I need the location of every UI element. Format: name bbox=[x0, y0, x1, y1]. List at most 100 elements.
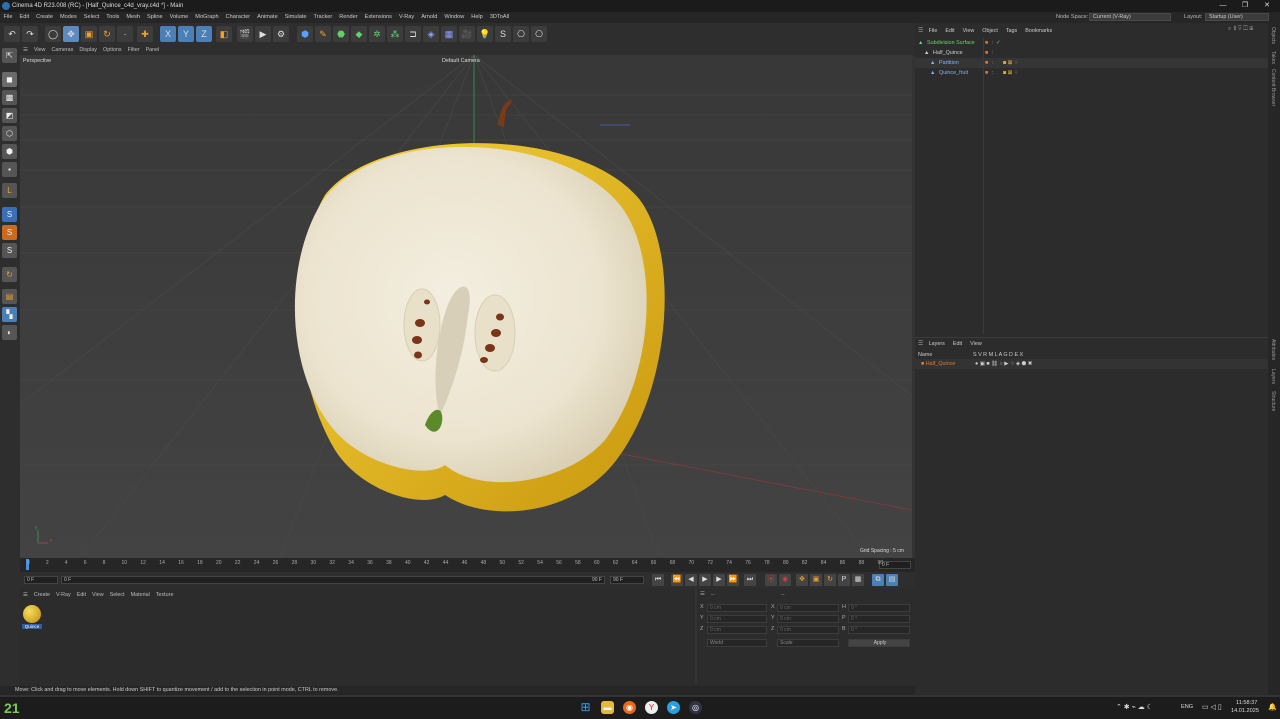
file-explorer-icon[interactable]: ▬ bbox=[601, 701, 614, 714]
extrude-icon[interactable]: ◆ bbox=[351, 26, 367, 42]
coord-rotation-field[interactable]: 0 ° bbox=[848, 604, 910, 612]
solo-icon[interactable]: ◐ bbox=[2, 325, 17, 340]
model-mode-icon[interactable]: ◼ bbox=[2, 72, 17, 87]
render-settings-icon[interactable]: ⚙ bbox=[273, 26, 289, 42]
recent-tools-icon[interactable]: · bbox=[117, 26, 133, 42]
object-visibility-dots[interactable]: : bbox=[992, 48, 994, 58]
close-button[interactable]: ✕ bbox=[1256, 0, 1278, 12]
object-row[interactable]: ▲ Subdivision Surface ■: ✓ bbox=[915, 38, 1268, 48]
object-layer-swatch[interactable]: ■ bbox=[985, 58, 988, 68]
key-parameter-icon[interactable]: P bbox=[838, 574, 850, 586]
field-icon[interactable]: ◈ bbox=[423, 26, 439, 42]
preview-range-slider[interactable]: 0 F 90 F bbox=[61, 576, 605, 584]
spline-snap-icon[interactable]: ↻ bbox=[2, 267, 17, 282]
menu-item-tracker[interactable]: Tracker bbox=[310, 12, 336, 23]
viewport-view-label[interactable]: Perspective bbox=[23, 58, 51, 64]
object-name[interactable]: Quince_fruit bbox=[939, 68, 968, 78]
layout-dropdown[interactable]: Startup (User) bbox=[1205, 13, 1269, 21]
menu-item-create[interactable]: Create bbox=[33, 12, 57, 23]
cube-icon[interactable]: ⬢ bbox=[297, 26, 313, 42]
object-manager-search-icon[interactable]: ⌕ ⇧ ⊽ ◫ ⊞ bbox=[1228, 26, 1253, 33]
object-menu-bookmarks[interactable]: Bookmarks bbox=[1021, 26, 1056, 36]
telegram-icon[interactable]: ➤ bbox=[667, 701, 680, 714]
side-tab-layers[interactable]: Layers bbox=[1270, 369, 1276, 384]
python-script-icon[interactable]: ⎔ bbox=[531, 26, 547, 42]
texture-mode-icon[interactable]: ▩ bbox=[2, 90, 17, 105]
menu-item-file[interactable]: File bbox=[0, 12, 16, 23]
prev-key-icon[interactable]: ⏪ bbox=[671, 574, 683, 586]
x-axis-lock-button[interactable]: X bbox=[160, 26, 176, 42]
apply-button[interactable]: Apply bbox=[848, 639, 910, 647]
autokey-icon[interactable]: ◉ bbox=[779, 574, 791, 586]
clock-time[interactable]: 11:58:37 bbox=[1236, 700, 1257, 706]
cinema4d-taskbar-icon[interactable]: ◎ bbox=[689, 701, 702, 714]
move-tool-icon[interactable]: ✥ bbox=[63, 26, 79, 42]
object-row[interactable]: ▲ Partition ■: ◙ ⊠ ⁘ bbox=[915, 58, 1268, 68]
vray-light-icon[interactable]: S bbox=[2, 225, 17, 240]
object-name[interactable]: Half_Quince bbox=[933, 48, 963, 58]
yandex-browser-icon[interactable]: Y bbox=[645, 701, 658, 714]
coord-scale-dropdown[interactable]: Scale bbox=[777, 639, 839, 647]
object-row[interactable]: ▲ Quince_fruit ■: ◙ ⊠ ⁘ bbox=[915, 68, 1268, 78]
coord-menu-icon[interactable]: ☰ bbox=[700, 591, 705, 597]
menu-item-modes[interactable]: Modes bbox=[56, 12, 80, 23]
coord-rotation-field[interactable]: 0 ° bbox=[848, 626, 910, 634]
light-icon[interactable]: 💡 bbox=[477, 26, 493, 42]
menu-item-vray[interactable]: V-Ray bbox=[395, 12, 417, 23]
coord-size-field[interactable]: 0 cm bbox=[777, 604, 839, 612]
menu-item-spline[interactable]: Spline bbox=[144, 12, 167, 23]
next-key-icon[interactable]: ⏩ bbox=[727, 574, 739, 586]
coord-size-field[interactable]: 0 cm bbox=[777, 615, 839, 623]
object-menu-view[interactable]: View bbox=[959, 26, 979, 36]
layer-flag-icons[interactable]: ● ▣ ■ ⛓ ○ ▶ ⁘ ◈ ⬢ ✖ bbox=[975, 359, 1032, 369]
object-name[interactable]: Subdivision Surface bbox=[927, 38, 975, 48]
material-menu-material[interactable]: Material bbox=[128, 590, 153, 600]
material-tag-icons[interactable]: ◙ ⊠ ⁘ bbox=[1003, 68, 1018, 78]
object-visibility-dots[interactable]: : bbox=[992, 38, 994, 48]
axis-mode-icon[interactable]: L bbox=[2, 183, 17, 198]
subdivision-icon[interactable]: ⬣ bbox=[333, 26, 349, 42]
floor-icon[interactable]: ▦ bbox=[441, 26, 457, 42]
camera-icon[interactable]: 🎥 bbox=[459, 26, 475, 42]
live-selection-icon[interactable]: ◯ bbox=[45, 26, 61, 42]
check-icon[interactable]: ✓ bbox=[996, 38, 1001, 48]
menu-item-mograph[interactable]: MoGraph bbox=[192, 12, 222, 23]
mograph-icon[interactable]: ⁂ bbox=[387, 26, 403, 42]
deformer-icon[interactable]: ⊐ bbox=[405, 26, 421, 42]
language-indicator[interactable]: ENG bbox=[1181, 704, 1193, 710]
grid-snap-icon[interactable]: ▤ bbox=[2, 289, 17, 304]
layer-menu-edit[interactable]: Edit bbox=[949, 339, 966, 349]
clock-date[interactable]: 14.01.2025 bbox=[1231, 708, 1259, 714]
object-layer-swatch[interactable]: ■ bbox=[985, 68, 988, 78]
coordinate-system-icon[interactable]: ✚ bbox=[137, 26, 153, 42]
object-menu-object[interactable]: Object bbox=[978, 26, 1002, 36]
side-tab-objects[interactable]: Objects bbox=[1270, 27, 1276, 44]
coord-position-field[interactable]: 0 cm bbox=[707, 615, 767, 623]
vray-icon[interactable]: S bbox=[495, 26, 511, 42]
object-menu-file[interactable]: File bbox=[925, 26, 942, 36]
object-axis-icon[interactable]: ◧ bbox=[216, 26, 232, 42]
scale-tool-icon[interactable]: ▣ bbox=[81, 26, 97, 42]
object-menu-tags[interactable]: Tags bbox=[1002, 26, 1021, 36]
key-pla-icon[interactable]: ▦ bbox=[852, 574, 864, 586]
layer-name[interactable]: Half_Quince bbox=[926, 361, 956, 367]
coord-position-field[interactable]: 0 cm bbox=[707, 626, 767, 634]
coord-position-field[interactable]: 0 cm bbox=[707, 604, 767, 612]
material-menu-create[interactable]: Create bbox=[31, 590, 53, 600]
maximize-button[interactable]: ❐ bbox=[1234, 0, 1256, 12]
firefox-icon[interactable]: ◉ bbox=[623, 701, 636, 714]
object-visibility-dots[interactable]: : bbox=[992, 58, 994, 68]
3d-viewport[interactable]: Perspective Default Camera Grid Spacing … bbox=[20, 55, 912, 558]
polygons-mode-icon[interactable]: ▪ bbox=[2, 162, 17, 177]
material-menu-texture[interactable]: Texture bbox=[153, 590, 177, 600]
workplane-snap-icon[interactable]: ▚ bbox=[2, 307, 17, 322]
goto-end-icon[interactable]: ⏭ bbox=[744, 574, 756, 586]
redo-icon[interactable]: ↷ bbox=[22, 26, 38, 42]
material-swatch[interactable]: Quince bbox=[22, 604, 42, 630]
menu-item-mesh[interactable]: Mesh bbox=[123, 12, 144, 23]
viewport-camera-label[interactable]: Default Camera bbox=[442, 58, 480, 64]
layer-row[interactable]: ■ Half_Quince ● ▣ ■ ⛓ ○ ▶ ⁘ ◈ ⬢ ✖ bbox=[915, 359, 1268, 369]
timeline-ruler[interactable]: 0 F 0 2 4 6 8 10 12 14 16 18 20 22 24 26 28 30 32 34 36 38 4… bbox=[20, 558, 915, 572]
viewport-menu-cameras[interactable]: Cameras bbox=[48, 45, 76, 55]
weather-widget[interactable]: 21 bbox=[4, 700, 20, 716]
